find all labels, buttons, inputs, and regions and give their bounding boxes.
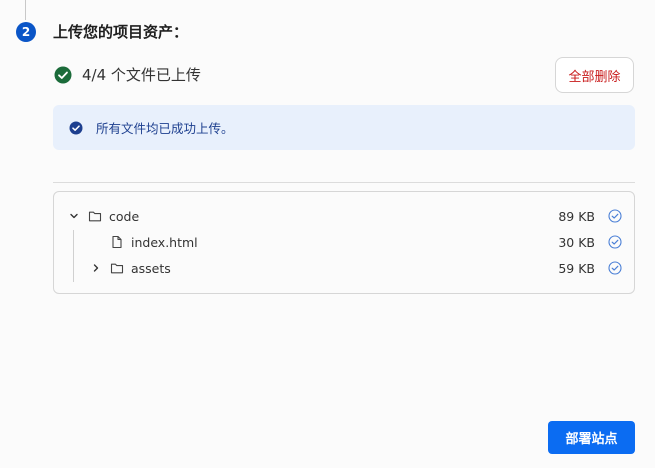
check-circle-outline-icon: [608, 235, 622, 249]
deploy-site-button[interactable]: 部署站点: [548, 421, 635, 454]
tree-item-size: 30 KB: [558, 234, 595, 250]
tree-item-name: index.html: [131, 234, 198, 250]
tree-row-index-html[interactable]: index.html 30 KB: [54, 230, 634, 254]
tree-item-name: assets: [131, 260, 171, 276]
file-tree: code 89 KB index.html 30 KB assets 59 KB: [53, 191, 635, 294]
delete-all-button[interactable]: 全部删除: [555, 57, 634, 93]
chevron-right-icon[interactable]: [90, 262, 102, 274]
tree-item-size: 89 KB: [558, 208, 595, 224]
step-title: 上传您的项目资产：: [53, 23, 189, 41]
check-circle-outline-icon: [608, 261, 622, 275]
file-icon: [112, 235, 122, 249]
success-banner-text: 所有文件均已成功上传。: [96, 121, 234, 136]
upload-status-text: 4/4 个文件已上传: [82, 66, 201, 84]
check-circle-icon: [54, 66, 72, 84]
tree-row-assets[interactable]: assets 59 KB: [54, 256, 634, 280]
folder-icon: [88, 211, 102, 222]
divider: [53, 182, 635, 183]
success-banner: 所有文件均已成功上传。: [53, 105, 635, 150]
check-circle-outline-icon: [608, 209, 622, 223]
step-number-badge: 2: [16, 22, 36, 42]
step-connector-line: [25, 0, 26, 20]
tree-row-code[interactable]: code 89 KB: [54, 204, 634, 228]
chevron-down-icon[interactable]: [68, 210, 80, 222]
upload-status: 4/4 个文件已上传: [54, 64, 201, 86]
check-circle-icon: [69, 121, 83, 134]
tree-item-size: 59 KB: [558, 260, 595, 276]
tree-item-name: code: [109, 208, 140, 224]
folder-icon: [110, 263, 124, 274]
